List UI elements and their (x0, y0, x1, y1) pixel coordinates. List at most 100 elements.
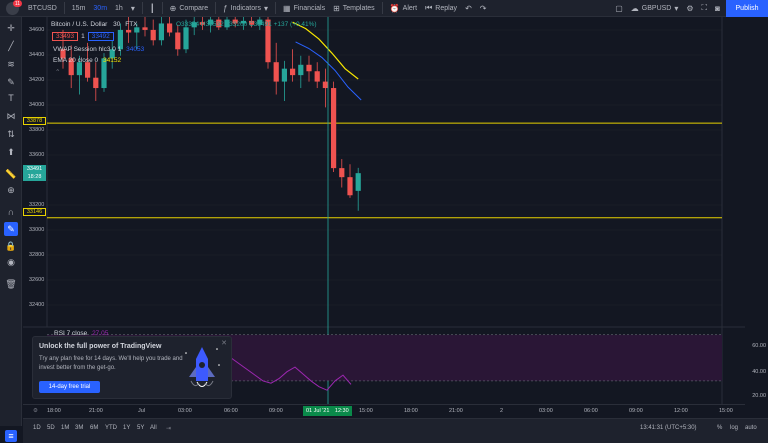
indicators-button[interactable]: ƒ Indicators ▾ (219, 0, 272, 17)
range-1m[interactable]: 1M (61, 425, 69, 431)
time-label: 12:00 (674, 408, 688, 414)
candle-body (306, 64, 312, 72)
redo-icon: ↷ (479, 3, 487, 13)
gear-icon: ⚙ (686, 3, 694, 13)
alert-label: Alert (402, 4, 418, 12)
time-label: 21:00 (449, 408, 463, 414)
brush-icon[interactable]: ✎ (4, 75, 18, 89)
prediction-icon[interactable]: ⇅ (4, 127, 18, 141)
toolbar-separator (275, 2, 276, 14)
crosshair-icon[interactable]: ✛ (4, 21, 18, 35)
templates-button[interactable]: ⊞ Templates (329, 0, 379, 17)
account-dropdown[interactable]: ☁ GBPUSD ▾ (627, 0, 683, 17)
interval-30m[interactable]: 30m (89, 0, 111, 17)
price-scale[interactable]: 34600 34400 34200 34000 33800 33600 3340… (23, 17, 47, 327)
time-axis-gear-icon[interactable]: ⚙ (33, 408, 38, 414)
undo-icon: ↶ (465, 3, 472, 13)
object-tree-icon[interactable]: ≡ (5, 430, 17, 442)
replay-label: Replay (435, 4, 458, 12)
text-icon[interactable]: T (4, 91, 18, 105)
goto-date-icon[interactable]: ⇥ (166, 425, 171, 432)
fx-icon: ƒ (223, 3, 228, 13)
trash-icon[interactable]: 🗑 (4, 277, 18, 291)
plus-circle-icon: ⊕ (169, 3, 177, 13)
range-6m[interactable]: 6M (90, 425, 98, 431)
clock-timezone[interactable]: 13:41:31 (UTC+5:30) (640, 425, 697, 431)
symbol-title[interactable]: Bitcoin / U.S. Dollar (51, 21, 107, 28)
financials-label: Financials (293, 4, 326, 12)
log-toggle[interactable]: log (730, 425, 738, 431)
compare-button[interactable]: ⊕ Compare (166, 0, 213, 17)
interval-dropdown[interactable]: ▾ (127, 0, 139, 17)
price-label: 32400 (29, 302, 45, 308)
hline-price-tag[interactable]: 33146 (23, 208, 46, 216)
replay-button[interactable]: ⏮ Replay (421, 0, 461, 17)
fullscreen-button[interactable]: ⛶ (698, 0, 712, 17)
range-1d[interactable]: 1D (33, 425, 41, 431)
time-axis[interactable]: 18:00 21:00 Jul 03:00 06:00 09:00 01 Jul… (23, 404, 745, 418)
toolbar-separator (381, 2, 383, 14)
candles-icon: ┃ (149, 3, 155, 13)
redo-button[interactable]: ↷ (476, 0, 491, 17)
zoom-in-icon[interactable]: ⊕ (4, 183, 18, 197)
rsi-tick-label: 20.00 (752, 393, 766, 399)
symbol-search[interactable]: BTCUSD (24, 0, 61, 17)
screenshot-button[interactable]: ◙ (711, 0, 724, 17)
drawing-mode-icon[interactable]: ✎ (4, 222, 18, 236)
range-all[interactable]: All (150, 425, 157, 431)
eye-icon[interactable]: ◉ (4, 255, 18, 269)
lock-icon[interactable]: 🔒 (4, 239, 18, 253)
arrow-up-icon[interactable]: ⬆ (4, 145, 18, 159)
interval-1h[interactable]: 1h (111, 0, 127, 17)
candle-body (167, 23, 173, 33)
range-5y[interactable]: 5Y (137, 425, 144, 431)
publish-button[interactable]: Publish (726, 0, 768, 17)
buy-button[interactable]: 33492 (87, 32, 114, 41)
candle-body (76, 62, 82, 76)
time-label: Jul (138, 408, 146, 414)
candle-body (126, 29, 132, 33)
settings-button[interactable]: ⚙ (682, 0, 697, 17)
interval-15m[interactable]: 15m (68, 0, 90, 17)
candle-body (314, 71, 320, 82)
undo-button[interactable]: ↶ (461, 0, 476, 17)
camera-icon: ◙ (715, 3, 720, 13)
rsi-tick-label: 40.00 (752, 369, 766, 375)
templates-label: Templates (342, 4, 375, 12)
time-label: 15:00 (719, 408, 733, 414)
hline-price-tag[interactable]: 33878 (23, 117, 46, 125)
ruler-icon[interactable]: 📏 (4, 167, 18, 181)
candle-body (339, 168, 345, 178)
financials-button[interactable]: ▦ Financials (279, 0, 329, 17)
price-label: 34200 (29, 77, 45, 83)
cloud-icon: ☁ (630, 3, 639, 13)
crosshair-time: 12:30 (334, 408, 349, 414)
percent-toggle[interactable]: % (717, 425, 722, 431)
alert-button[interactable]: ⏰ Alert (386, 0, 421, 17)
ema-label: EMA 20 close 0 (53, 57, 99, 64)
ema-legend[interactable]: EMA 20 close 0 34152 (53, 57, 121, 64)
bars-style-button[interactable]: ┃ (146, 0, 159, 17)
range-ytd[interactable]: YTD (105, 425, 117, 431)
range-1y[interactable]: 1Y (123, 425, 130, 431)
collapse-legend-button[interactable]: ⌃ (55, 68, 60, 76)
time-label: 2 (500, 408, 504, 414)
vwap-legend[interactable]: VWAP Session hlc3 0 1 34053 (53, 46, 144, 53)
promo-title: Unlock the full power of TradingView (39, 343, 162, 350)
toolbar-separator (141, 2, 143, 14)
price-label: 33600 (29, 152, 45, 158)
fib-icon[interactable]: ≋ (4, 57, 18, 71)
free-trial-button[interactable]: 14-day free trial (39, 381, 100, 393)
range-3m[interactable]: 3M (75, 425, 83, 431)
layout-button[interactable]: ▢ (611, 0, 627, 17)
range-5d[interactable]: 5D (47, 425, 55, 431)
candle-body (183, 27, 189, 50)
pattern-icon[interactable]: ⋈ (4, 109, 18, 123)
magnet-icon[interactable]: ∩ (4, 205, 18, 219)
sell-button[interactable]: 33493 (52, 32, 79, 41)
auto-toggle[interactable]: auto (745, 425, 757, 431)
trend-line-icon[interactable]: ╱ (4, 39, 18, 53)
time-label: 03:00 (539, 408, 553, 414)
bottom-toolbar: 1D 5D 1M 3M 6M YTD 1Y 5Y All ⇥ 13:41:31 … (23, 418, 768, 443)
compare-label: Compare (179, 4, 209, 12)
